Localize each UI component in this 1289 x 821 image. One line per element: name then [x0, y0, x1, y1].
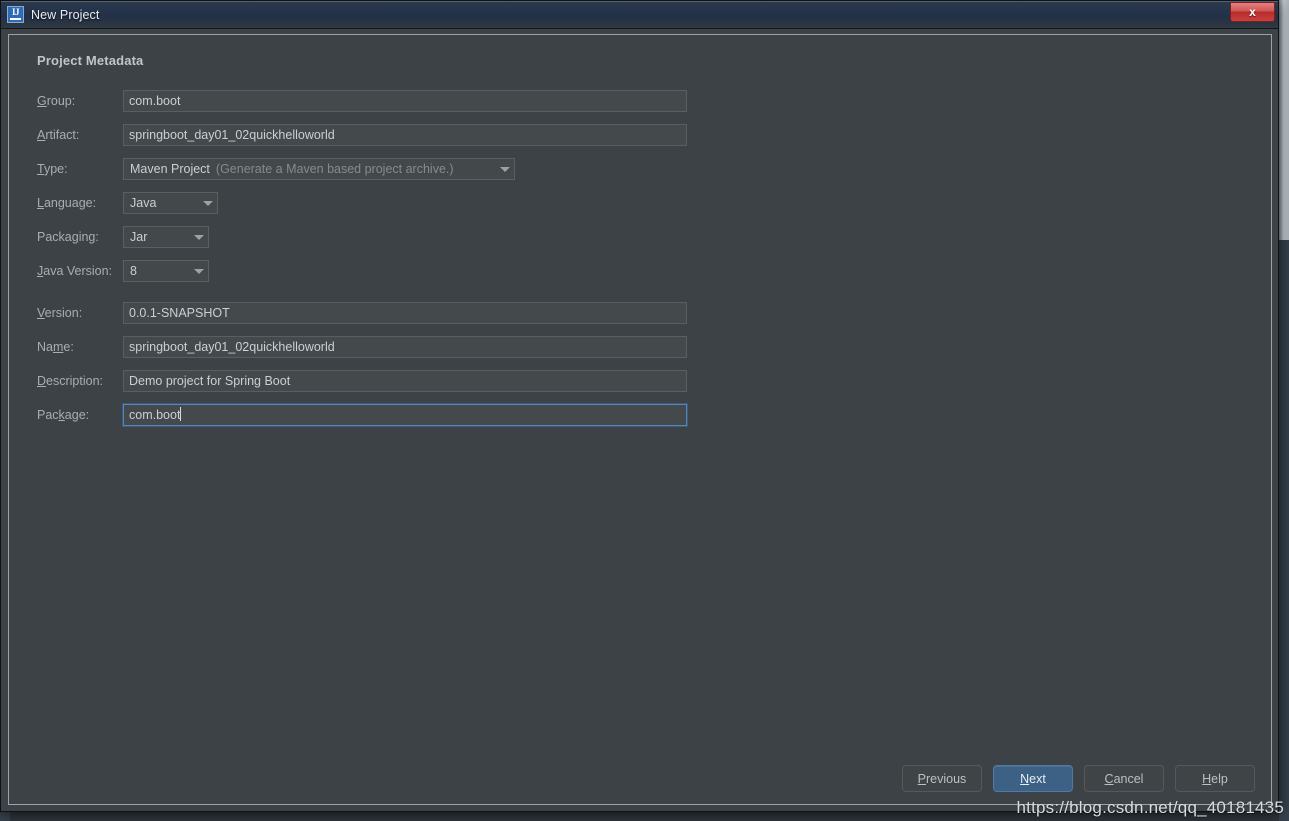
name-label-pre: Na — [37, 340, 53, 354]
packaging-label-mnemonic: g — [71, 230, 79, 244]
packaging-label: Packaging: — [31, 230, 123, 244]
chevron-down-icon — [500, 166, 510, 172]
new-project-dialog: IJ New Project x Project Metadata Group:… — [0, 0, 1279, 812]
background-window-right-lower — [1279, 240, 1289, 821]
group-label: Group: — [31, 94, 123, 108]
type-select-hint: (Generate a Maven based project archive.… — [215, 162, 454, 176]
package-label: Package: — [31, 408, 123, 422]
package-label-pre: Pac — [37, 408, 59, 422]
form-row-package: Package: com.boot — [31, 404, 1249, 426]
help-button[interactable]: Help — [1175, 765, 1255, 792]
cancel-button-post: ancel — [1113, 771, 1144, 786]
form-row-packaging: Packaging: Jar — [31, 226, 1249, 248]
artifact-label-post: rtifact: — [45, 128, 80, 142]
page-title: Project Metadata — [37, 53, 144, 68]
java-version-select-value: 8 — [130, 264, 137, 278]
language-label-post: anguage: — [43, 196, 97, 210]
dialog-title-bar[interactable]: IJ New Project x — [1, 1, 1278, 29]
description-label-mnemonic: D — [37, 374, 47, 388]
java-version-label: Java Version: — [31, 264, 123, 278]
desktop-background: IJ New Project x Project Metadata Group:… — [0, 0, 1289, 821]
next-button-mnemonic: N — [1020, 771, 1030, 786]
close-button[interactable]: x — [1230, 2, 1275, 22]
form-row-version: Version: 0.0.1-SNAPSHOT — [31, 302, 1249, 324]
dialog-content-frame: Project Metadata Group: com.boot Artifac… — [8, 34, 1272, 805]
close-icon: x — [1249, 5, 1256, 19]
package-input-value: com.boot — [129, 408, 181, 422]
form-row-artifact: Artifact: springboot_day01_02quickhellow… — [31, 124, 1249, 146]
cancel-button-mnemonic: C — [1104, 771, 1114, 786]
language-label-mnemonic: L — [37, 196, 44, 210]
type-select-value: Maven Project — [130, 162, 210, 176]
version-input[interactable]: 0.0.1-SNAPSHOT — [123, 302, 687, 324]
description-label: Description: — [31, 374, 123, 388]
previous-button-post: revious — [926, 771, 967, 786]
type-select[interactable]: Maven Project (Generate a Maven based pr… — [123, 158, 515, 180]
form-row-language: Language: Java — [31, 192, 1249, 214]
name-label: Name: — [31, 340, 123, 354]
name-input[interactable]: springboot_day01_02quickhelloworld — [123, 336, 687, 358]
version-label-post: ersion: — [44, 306, 83, 320]
language-label: Language: — [31, 196, 123, 210]
version-label: Version: — [31, 306, 123, 320]
artifact-label: Artifact: — [31, 128, 123, 142]
cancel-button[interactable]: Cancel — [1084, 765, 1164, 792]
name-label-mnemonic: m — [52, 340, 64, 354]
language-select-value: Java — [130, 196, 157, 210]
type-label-mnemonic: T — [37, 162, 44, 176]
packaging-select-value: Jar — [130, 230, 148, 244]
packaging-label-pre: Packa — [37, 230, 72, 244]
packaging-label-post: ing: — [78, 230, 99, 244]
intellij-idea-icon-letters: IJ — [11, 7, 20, 17]
type-label-post: ype: — [43, 162, 68, 176]
intellij-idea-icon: IJ — [7, 6, 24, 23]
artifact-input[interactable]: springboot_day01_02quickhelloworld — [123, 124, 687, 146]
chevron-down-icon — [194, 234, 204, 240]
group-label-post: roup: — [46, 94, 76, 108]
previous-button[interactable]: Previous — [902, 765, 982, 792]
package-label-post: age: — [64, 408, 90, 422]
version-label-mnemonic: V — [37, 306, 45, 320]
name-label-post: e: — [63, 340, 74, 354]
next-button-post: ext — [1029, 771, 1046, 786]
dialog-button-bar: Previous Next Cancel Help — [902, 765, 1255, 792]
description-label-post: escription: — [46, 374, 104, 388]
form-row-group: Group: com.boot — [31, 90, 1249, 112]
description-input[interactable]: Demo project for Spring Boot — [123, 370, 687, 392]
packaging-select[interactable]: Jar — [123, 226, 209, 248]
group-input[interactable]: com.boot — [123, 90, 687, 112]
help-button-mnemonic: H — [1202, 771, 1212, 786]
chevron-down-icon — [194, 268, 204, 274]
help-button-post: elp — [1211, 771, 1228, 786]
previous-button-mnemonic: P — [917, 771, 927, 786]
next-button[interactable]: Next — [993, 765, 1073, 792]
chevron-down-icon — [203, 200, 213, 206]
language-select[interactable]: Java — [123, 192, 218, 214]
java-version-select[interactable]: 8 — [123, 260, 209, 282]
group-label-mnemonic: G — [37, 94, 47, 108]
text-caret — [180, 407, 182, 421]
java-version-label-post: ava Version: — [43, 264, 113, 278]
intellij-idea-icon-bar — [10, 18, 21, 20]
form-row-name: Name: springboot_day01_02quickhelloworld — [31, 336, 1249, 358]
project-metadata-pane: Project Metadata Group: com.boot Artifac… — [9, 35, 1271, 804]
package-input[interactable]: com.boot — [123, 404, 687, 426]
type-label: Type: — [31, 162, 123, 176]
form-row-type: Type: Maven Project (Generate a Maven ba… — [31, 158, 1249, 180]
form-row-java-version: Java Version: 8 — [31, 260, 1249, 282]
form-row-description: Description: Demo project for Spring Boo… — [31, 370, 1249, 392]
window-title: New Project — [31, 7, 100, 22]
